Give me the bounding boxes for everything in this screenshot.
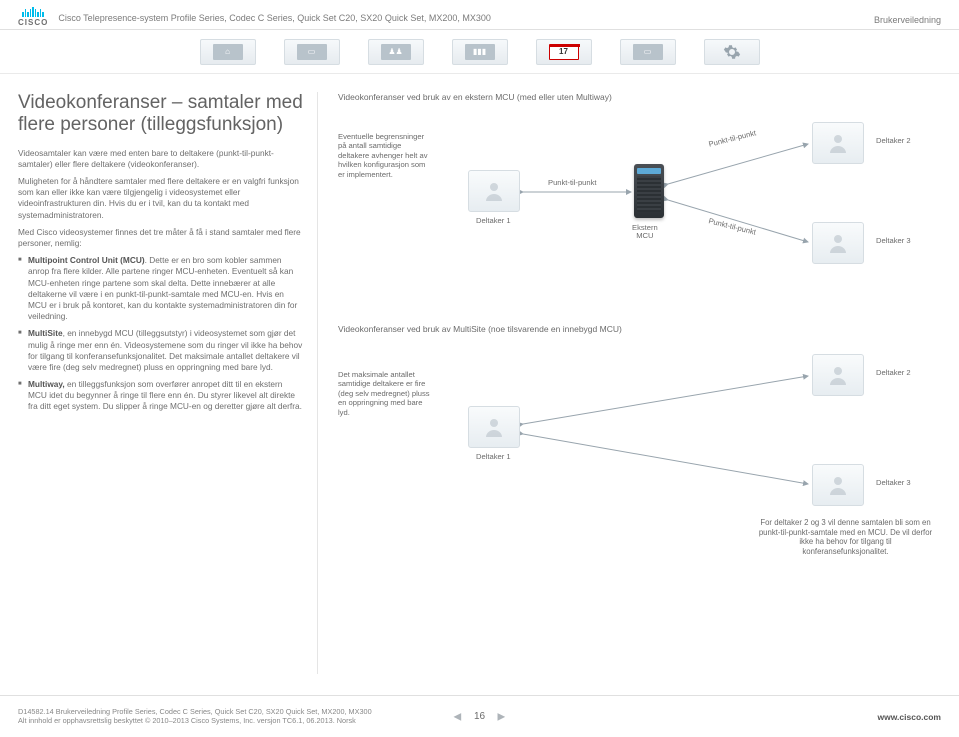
diagram2-sidenote: Det maksimale antallet samtidige deltake… [338, 370, 433, 417]
participant-2b-icon [812, 354, 864, 396]
diagram-multisite: Det maksimale antallet samtidige deltake… [338, 346, 941, 576]
tab-participants[interactable]: ♟♟ [368, 39, 424, 65]
participant-2b-label: Deltaker 2 [876, 368, 911, 377]
footer: D14582.14 Brukerveiledning Profile Serie… [0, 695, 959, 737]
cisco-logo: CISCO [18, 7, 48, 27]
footer-meta: D14582.14 Brukerveiledning Profile Serie… [18, 708, 372, 726]
intro-p2: Muligheten for å håndtere samtaler med f… [18, 176, 303, 221]
mcu-server-icon [634, 164, 664, 218]
ptp-label-1: Punkt-til-punkt [548, 178, 597, 187]
intro-p3: Med Cisco videosystemer finnes det tre m… [18, 227, 303, 249]
diagram2-footnote: For deltaker 2 og 3 vil denne samtalen b… [758, 518, 933, 557]
tab-bar: ⌂ ▭ ♟♟ ▮▮▮ 17 ▭ [0, 30, 959, 74]
doc-title: Cisco Telepresence-system Profile Series… [58, 13, 491, 23]
diagram-external-mcu: Eventuelle begrensninger på antall samti… [338, 114, 941, 294]
cisco-wordmark: CISCO [18, 18, 48, 27]
participant-1b-label: Deltaker 1 [476, 452, 511, 461]
prev-page-icon[interactable]: ◀ [454, 711, 462, 722]
list-item: MultiSite, en innebygd MCU (tilleggsutst… [18, 328, 303, 373]
intro-p1: Videosamtaler kan være med enten bare to… [18, 148, 303, 170]
tab-guide[interactable]: ▭ [620, 39, 676, 65]
diagram2-heading: Videokonferanser ved bruk av MultiSite (… [338, 324, 941, 334]
tab-calendar[interactable]: 17 [536, 39, 592, 65]
mcu-server-label: Ekstern MCU [632, 224, 658, 241]
next-page-icon[interactable]: ▶ [498, 711, 506, 722]
right-column: Videokonferanser ved bruk av en ekstern … [334, 92, 941, 674]
guide-label: Brukerveiledning [874, 15, 941, 25]
list-item: Multiway, en tilleggsfunksjon som overfø… [18, 379, 303, 413]
participant-1-icon [468, 170, 520, 212]
tab-display[interactable]: ▭ [284, 39, 340, 65]
participant-3-label: Deltaker 3 [876, 236, 911, 245]
tab-home[interactable]: ⌂ [200, 39, 256, 65]
participant-3b-icon [812, 464, 864, 506]
participant-2-icon [812, 122, 864, 164]
page-number: 16 [474, 711, 485, 722]
list-item: Multipoint Control Unit (MCU). Dette er … [18, 255, 303, 322]
participant-2-label: Deltaker 2 [876, 136, 911, 145]
diagram1-sidenote: Eventuelle begrensninger på antall samti… [338, 132, 433, 179]
left-column: Videokonferanser – samtaler med flere pe… [18, 92, 318, 674]
participant-3-icon [812, 222, 864, 264]
ptp-label-3: Punkt-til-punkt [708, 216, 757, 236]
header-bar: CISCO Cisco Telepresence-system Profile … [0, 0, 959, 30]
tab-presentation[interactable]: ▮▮▮ [452, 39, 508, 65]
main-content: Videokonferanser – samtaler med flere pe… [0, 74, 959, 674]
participant-1b-icon [468, 406, 520, 448]
participant-3b-label: Deltaker 3 [876, 478, 911, 487]
footer-site: www.cisco.com [878, 712, 941, 722]
ptp-label-2: Punkt-til-punkt [708, 128, 757, 148]
tab-settings[interactable] [704, 39, 760, 65]
section-title: Videokonferanser – samtaler med flere pe… [18, 92, 303, 136]
diagram1-heading: Videokonferanser ved bruk av en ekstern … [338, 92, 941, 102]
participant-1-label: Deltaker 1 [476, 216, 511, 225]
feature-list: Multipoint Control Unit (MCU). Dette er … [18, 255, 303, 412]
